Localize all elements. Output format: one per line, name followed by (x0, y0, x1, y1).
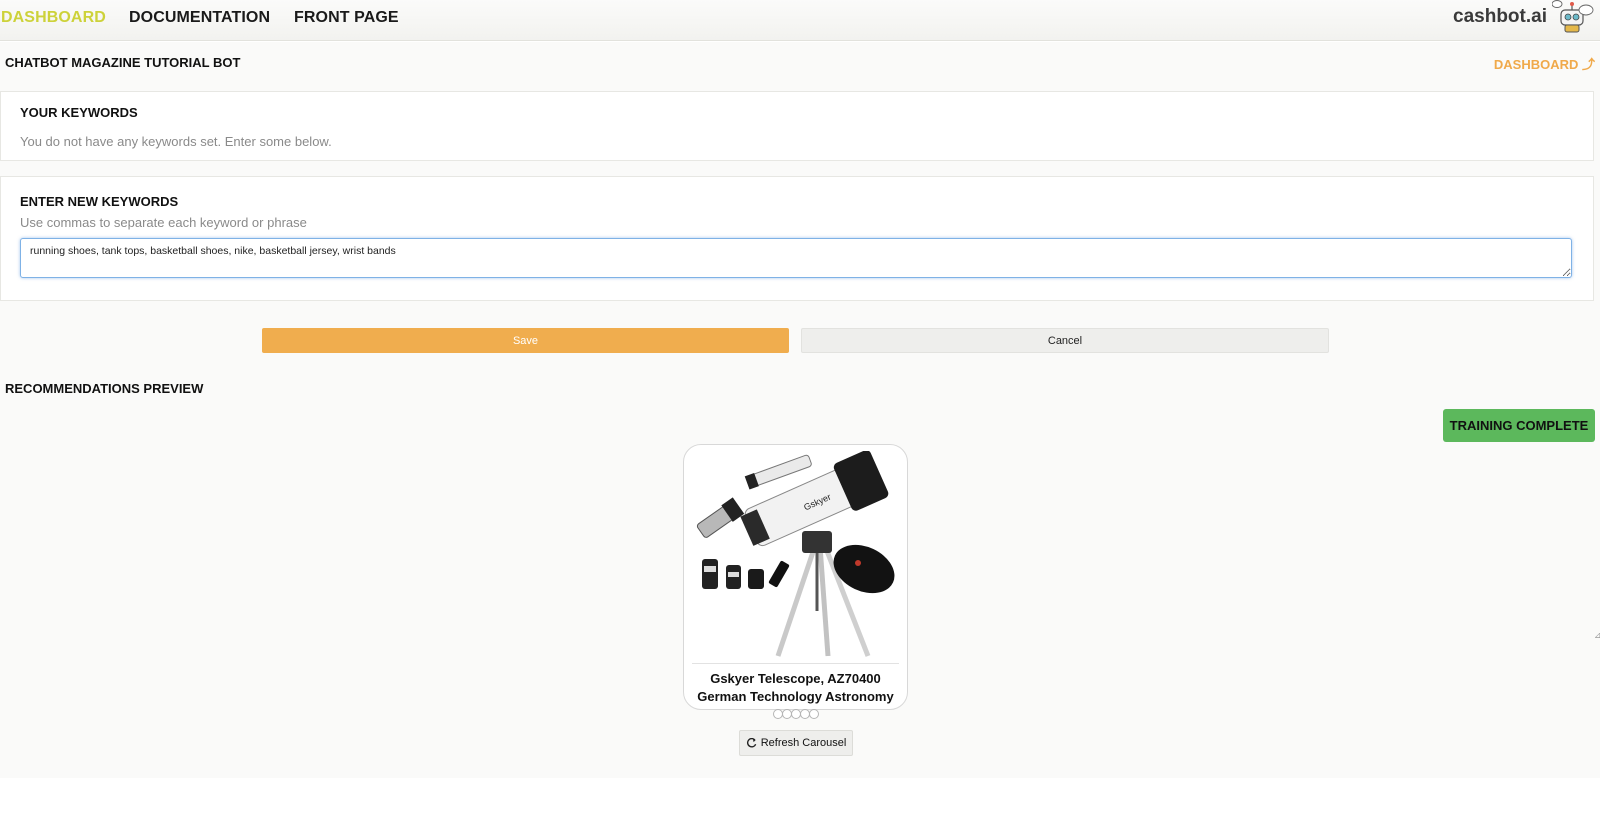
training-status-badge: TRAINING COMPLETE (1443, 409, 1595, 442)
product-card[interactable]: Gskyer Gskyer Telescope, AZ70400 German … (683, 444, 908, 710)
refresh-icon (746, 737, 756, 748)
carousel-dot[interactable] (809, 709, 819, 719)
dashboard-link[interactable]: DASHBOARD ⤴ (1494, 54, 1595, 73)
card-divider (692, 663, 899, 664)
page-footer (0, 778, 1600, 818)
recommendations-heading: RECOMMENDATIONS PREVIEW (5, 381, 204, 396)
product-title[interactable]: Gskyer Telescope, AZ70400 German Technol… (688, 670, 903, 706)
nav-documentation[interactable]: DOCUMENTATION (129, 9, 270, 27)
nav-front-page[interactable]: FRONT PAGE (294, 9, 399, 27)
cancel-button[interactable]: Cancel (801, 328, 1329, 353)
refresh-carousel-button[interactable]: Refresh Carousel (739, 730, 853, 756)
your-keywords-heading: YOUR KEYWORDS (20, 105, 138, 120)
brand-logo-text[interactable]: cashbot.ai (1453, 6, 1547, 28)
product-title-line2: German Technology Astronomy (697, 689, 894, 704)
enter-keywords-heading: ENTER NEW KEYWORDS (20, 194, 179, 209)
your-keywords-panel: YOUR KEYWORDS You do not have any keywor… (0, 91, 1594, 161)
carousel-dots (773, 709, 819, 719)
top-nav: DASHBOARD DOCUMENTATION FRONT PAGE cashb… (0, 0, 1600, 41)
refresh-carousel-label: Refresh Carousel (760, 737, 847, 749)
scroll-edge-icon: ⊿ (1594, 630, 1600, 640)
main-content: CHATBOT MAGAZINE TUTORIAL BOT DASHBOARD … (0, 42, 1600, 778)
no-keywords-message: You do not have any keywords set. Enter … (20, 134, 332, 149)
keywords-input[interactable] (20, 238, 1572, 278)
nav-dashboard[interactable]: DASHBOARD (1, 9, 106, 27)
page-title: CHATBOT MAGAZINE TUTORIAL BOT (5, 55, 241, 70)
telescope-image: Gskyer (696, 451, 895, 657)
product-title-line1: Gskyer Telescope, AZ70400 (710, 671, 881, 686)
robot-logo-icon (1552, 0, 1594, 33)
save-button[interactable]: Save (262, 328, 789, 353)
keywords-hint: Use commas to separate each keyword or p… (20, 215, 307, 230)
enter-keywords-panel: ENTER NEW KEYWORDS Use commas to separat… (0, 176, 1594, 301)
